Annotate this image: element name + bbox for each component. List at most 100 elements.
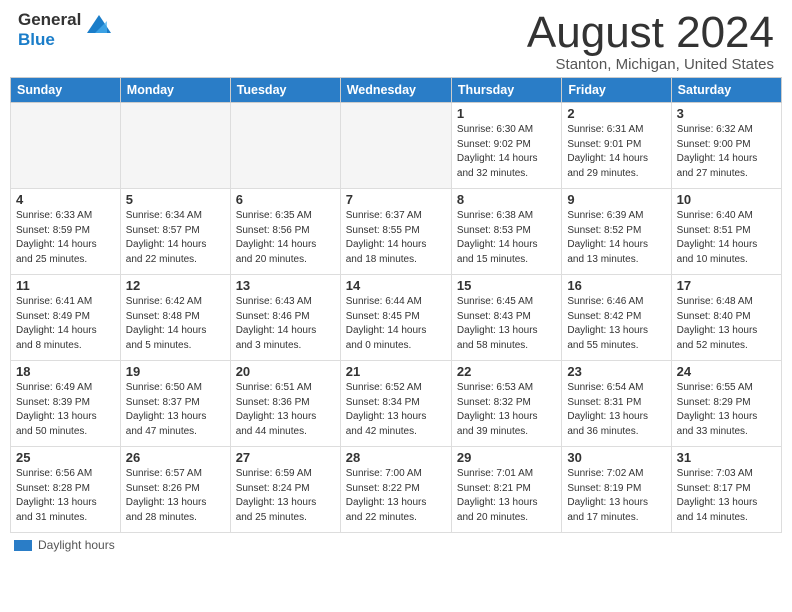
day-cell: 12 Sunrise: 6:42 AM Sunset: 8:48 PM Dayli…	[120, 275, 230, 361]
day-cell	[120, 103, 230, 189]
legend-label: Daylight hours	[38, 538, 115, 552]
day-cell: 26 Sunrise: 6:57 AM Sunset: 8:26 PM Dayli…	[120, 447, 230, 533]
legend-color-box	[14, 540, 32, 551]
day-number: 29	[457, 450, 556, 465]
day-cell: 17 Sunrise: 6:48 AM Sunset: 8:40 PM Dayli…	[671, 275, 781, 361]
day-cell: 7 Sunrise: 6:37 AM Sunset: 8:55 PM Daylig…	[340, 189, 451, 275]
day-info: Sunrise: 6:57 AM Sunset: 8:26 PM Dayligh…	[126, 467, 225, 525]
day-info: Sunrise: 6:30 AM Sunset: 9:02 PM Dayligh…	[457, 123, 556, 181]
day-cell: 16 Sunrise: 6:46 AM Sunset: 8:42 PM Dayli…	[562, 275, 671, 361]
day-cell: 14Sunrise: 6:44 AM Sunset: 8:45 PM Dayli…	[340, 275, 451, 361]
day-cell: 20 Sunrise: 6:51 AM Sunset: 8:36 PM Dayli…	[230, 361, 340, 447]
day-cell: 13 Sunrise: 6:43 AM Sunset: 8:46 PM Dayli…	[230, 275, 340, 361]
legend: Daylight hours	[0, 533, 792, 557]
day-number: 12	[126, 278, 225, 293]
day-info: Sunrise: 6:33 AM Sunset: 8:59 PM Dayligh…	[16, 209, 115, 267]
day-info: Sunrise: 6:45 AM Sunset: 8:43 PM Dayligh…	[457, 295, 556, 353]
day-number: 4	[16, 192, 115, 207]
day-info: Sunrise: 6:59 AM Sunset: 8:24 PM Dayligh…	[236, 467, 335, 525]
day-info: Sunrise: 6:31 AM Sunset: 9:01 PM Dayligh…	[567, 123, 665, 181]
day-number: 2	[567, 106, 665, 121]
day-cell: 31 Sunrise: 7:03 AM Sunset: 8:17 PM Dayli…	[671, 447, 781, 533]
day-number: 18	[16, 364, 115, 379]
day-info: Sunrise: 6:55 AM Sunset: 8:29 PM Dayligh…	[677, 381, 776, 439]
day-number: 27	[236, 450, 335, 465]
day-info: Sunrise: 6:32 AM Sunset: 9:00 PM Dayligh…	[677, 123, 776, 181]
day-number: 16	[567, 278, 665, 293]
day-info: Sunrise: 6:54 AM Sunset: 8:31 PM Dayligh…	[567, 381, 665, 439]
day-info: Sunrise: 6:35 AM Sunset: 8:56 PM Dayligh…	[236, 209, 335, 267]
calendar-table: SundayMondayTuesdayWednesdayThursdayFrid…	[10, 77, 782, 533]
day-number: 11	[16, 278, 115, 293]
day-number: 7	[346, 192, 446, 207]
day-info: Sunrise: 6:50 AM Sunset: 8:37 PM Dayligh…	[126, 381, 225, 439]
day-header-wednesday: Wednesday	[340, 78, 451, 103]
day-cell: 29Sunrise: 7:01 AM Sunset: 8:21 PM Dayli…	[451, 447, 561, 533]
logo-blue: Blue	[18, 30, 55, 49]
day-cell: 15 Sunrise: 6:45 AM Sunset: 8:43 PM Dayli…	[451, 275, 561, 361]
day-number: 15	[457, 278, 556, 293]
logo-icon	[85, 11, 113, 39]
day-cell: 8 Sunrise: 6:38 AM Sunset: 8:53 PM Daylig…	[451, 189, 561, 275]
day-cell: 4 Sunrise: 6:33 AM Sunset: 8:59 PM Daylig…	[11, 189, 121, 275]
day-cell	[340, 103, 451, 189]
day-info: Sunrise: 6:53 AM Sunset: 8:32 PM Dayligh…	[457, 381, 556, 439]
day-info: Sunrise: 6:42 AM Sunset: 8:48 PM Dayligh…	[126, 295, 225, 353]
day-cell: 3 Sunrise: 6:32 AM Sunset: 9:00 PM Daylig…	[671, 103, 781, 189]
day-cell: 27 Sunrise: 6:59 AM Sunset: 8:24 PM Dayli…	[230, 447, 340, 533]
day-number: 19	[126, 364, 225, 379]
day-cell: 22Sunrise: 6:53 AM Sunset: 8:32 PM Dayli…	[451, 361, 561, 447]
day-info: Sunrise: 6:48 AM Sunset: 8:40 PM Dayligh…	[677, 295, 776, 353]
day-cell: 9Sunrise: 6:39 AM Sunset: 8:52 PM Daylig…	[562, 189, 671, 275]
day-cell: 2 Sunrise: 6:31 AM Sunset: 9:01 PM Daylig…	[562, 103, 671, 189]
day-number: 3	[677, 106, 776, 121]
day-cell: 18Sunrise: 6:49 AM Sunset: 8:39 PM Dayli…	[11, 361, 121, 447]
day-number: 30	[567, 450, 665, 465]
day-info: Sunrise: 6:51 AM Sunset: 8:36 PM Dayligh…	[236, 381, 335, 439]
day-cell: 5 Sunrise: 6:34 AM Sunset: 8:57 PM Daylig…	[120, 189, 230, 275]
day-info: Sunrise: 6:43 AM Sunset: 8:46 PM Dayligh…	[236, 295, 335, 353]
day-number: 17	[677, 278, 776, 293]
day-cell: 30 Sunrise: 7:02 AM Sunset: 8:19 PM Dayli…	[562, 447, 671, 533]
day-cell: 24 Sunrise: 6:55 AM Sunset: 8:29 PM Dayli…	[671, 361, 781, 447]
day-cell: 25Sunrise: 6:56 AM Sunset: 8:28 PM Dayli…	[11, 447, 121, 533]
day-number: 28	[346, 450, 446, 465]
day-number: 5	[126, 192, 225, 207]
day-header-saturday: Saturday	[671, 78, 781, 103]
day-info: Sunrise: 6:37 AM Sunset: 8:55 PM Dayligh…	[346, 209, 446, 267]
day-number: 24	[677, 364, 776, 379]
day-number: 23	[567, 364, 665, 379]
day-info: Sunrise: 6:38 AM Sunset: 8:53 PM Dayligh…	[457, 209, 556, 267]
logo-general: General	[18, 10, 81, 29]
day-info: Sunrise: 6:39 AM Sunset: 8:52 PM Dayligh…	[567, 209, 665, 267]
location: Stanton, Michigan, United States	[527, 56, 774, 73]
day-number: 13	[236, 278, 335, 293]
day-number: 10	[677, 192, 776, 207]
day-number: 8	[457, 192, 556, 207]
day-number: 21	[346, 364, 446, 379]
day-info: Sunrise: 6:46 AM Sunset: 8:42 PM Dayligh…	[567, 295, 665, 353]
logo: General Blue	[18, 10, 113, 51]
day-header-sunday: Sunday	[11, 78, 121, 103]
day-info: Sunrise: 6:56 AM Sunset: 8:28 PM Dayligh…	[16, 467, 115, 525]
day-info: Sunrise: 6:52 AM Sunset: 8:34 PM Dayligh…	[346, 381, 446, 439]
header: General Blue August 2024 Stanton, Michig…	[0, 0, 792, 77]
day-cell	[11, 103, 121, 189]
day-info: Sunrise: 7:02 AM Sunset: 8:19 PM Dayligh…	[567, 467, 665, 525]
day-cell: 6Sunrise: 6:35 AM Sunset: 8:56 PM Daylig…	[230, 189, 340, 275]
day-header-thursday: Thursday	[451, 78, 561, 103]
day-number: 31	[677, 450, 776, 465]
day-info: Sunrise: 6:34 AM Sunset: 8:57 PM Dayligh…	[126, 209, 225, 267]
day-cell: 11Sunrise: 6:41 AM Sunset: 8:49 PM Dayli…	[11, 275, 121, 361]
day-cell: 19 Sunrise: 6:50 AM Sunset: 8:37 PM Dayli…	[120, 361, 230, 447]
day-info: Sunrise: 7:03 AM Sunset: 8:17 PM Dayligh…	[677, 467, 776, 525]
day-cell: 23 Sunrise: 6:54 AM Sunset: 8:31 PM Dayli…	[562, 361, 671, 447]
day-info: Sunrise: 7:00 AM Sunset: 8:22 PM Dayligh…	[346, 467, 446, 525]
day-header-monday: Monday	[120, 78, 230, 103]
day-number: 1	[457, 106, 556, 121]
day-cell: 1 Sunrise: 6:30 AM Sunset: 9:02 PM Daylig…	[451, 103, 561, 189]
day-number: 26	[126, 450, 225, 465]
day-cell: 21 Sunrise: 6:52 AM Sunset: 8:34 PM Dayli…	[340, 361, 451, 447]
day-number: 14	[346, 278, 446, 293]
day-number: 20	[236, 364, 335, 379]
